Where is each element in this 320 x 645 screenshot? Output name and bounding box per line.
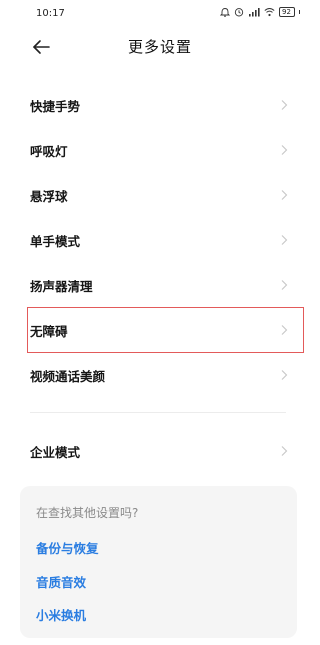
menu-item-breathing-light[interactable]: 呼吸灯: [30, 130, 292, 170]
menu-item-label: 无障碍: [30, 323, 68, 339]
chevron-right-icon: [281, 235, 288, 245]
alarm-icon: [219, 8, 230, 17]
status-time: 10:17: [36, 8, 65, 19]
menu-item-label: 视频通话美颜: [30, 368, 106, 384]
link-mi-mover[interactable]: 小米换机: [36, 605, 86, 624]
chevron-right-icon: [281, 190, 288, 200]
link-backup-restore[interactable]: 备份与恢复: [36, 538, 99, 557]
chevron-right-icon: [281, 446, 288, 456]
menu-item-quick-gestures[interactable]: 快捷手势: [30, 85, 292, 125]
menu-item-label: 悬浮球: [30, 188, 68, 204]
chevron-right-icon: [281, 370, 288, 380]
chevron-right-icon: [281, 280, 288, 290]
suggestions-card: 在查找其他设置吗? 备份与恢复 音质音效 小米换机: [20, 486, 297, 638]
menu-item-video-call-beauty[interactable]: 视频通话美颜: [30, 355, 292, 395]
chevron-right-icon: [281, 325, 288, 335]
header: 更多设置: [0, 30, 320, 64]
section-divider: [30, 412, 286, 413]
menu-item-label: 单手模式: [30, 233, 81, 249]
menu-item-floating-ball[interactable]: 悬浮球: [30, 175, 292, 215]
battery-tip: [298, 10, 300, 14]
wifi-icon: [263, 8, 275, 17]
menu-item-label: 快捷手势: [30, 98, 81, 114]
status-icons: 92: [219, 7, 300, 17]
chevron-right-icon: [281, 100, 288, 110]
status-bar: 10:17 92: [0, 0, 320, 26]
signal-icon: [248, 8, 260, 17]
menu-item-label: 企业模式: [30, 444, 81, 460]
suggestions-hint: 在查找其他设置吗?: [36, 506, 139, 520]
menu-item-one-handed-mode[interactable]: 单手模式: [30, 220, 292, 260]
menu-item-accessibility[interactable]: 无障碍: [30, 310, 292, 350]
link-sound-effects[interactable]: 音质音效: [36, 572, 86, 591]
clock-icon: [234, 8, 243, 17]
menu-item-enterprise-mode[interactable]: 企业模式: [30, 431, 292, 471]
menu-item-label: 扬声器清理: [30, 278, 93, 294]
menu-item-label: 呼吸灯: [30, 143, 68, 159]
page-title: 更多设置: [127, 38, 192, 56]
menu-item-speaker-cleaning[interactable]: 扬声器清理: [30, 265, 292, 305]
chevron-right-icon: [281, 145, 288, 155]
battery-icon: 92: [278, 7, 295, 17]
